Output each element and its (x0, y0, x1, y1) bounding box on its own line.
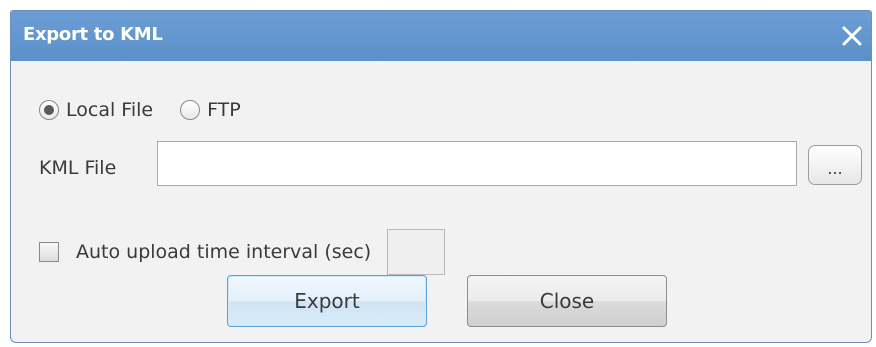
dialog-title: Export to KML (23, 24, 163, 45)
kml-file-input[interactable] (157, 141, 797, 186)
auto-upload-row: Auto upload time interval (sec) (39, 229, 446, 275)
kml-file-label: KML File (39, 157, 117, 179)
title-bar[interactable]: Export to KML (11, 11, 871, 61)
export-to-kml-dialog: Export to KML Local File FTP KML File ..… (10, 10, 872, 343)
destination-radio-group: Local File FTP (39, 99, 268, 121)
export-button[interactable]: Export (227, 275, 427, 327)
radio-button-unselected[interactable] (180, 100, 201, 120)
browse-button[interactable]: ... (808, 145, 862, 185)
close-button[interactable]: Close (467, 275, 667, 327)
radio-dot (44, 105, 54, 115)
close-icon[interactable] (837, 21, 867, 51)
auto-upload-label: Auto upload time interval (sec) (76, 241, 372, 263)
local-file-radio[interactable]: Local File (39, 99, 153, 121)
ftp-label: FTP (207, 99, 241, 121)
interval-input[interactable] (387, 229, 446, 275)
dialog-body: Local File FTP KML File ... Auto upload … (11, 61, 871, 342)
local-file-label: Local File (66, 99, 154, 121)
ftp-radio[interactable]: FTP (180, 99, 241, 121)
auto-upload-checkbox[interactable] (39, 242, 59, 262)
radio-button-selected[interactable] (39, 100, 59, 120)
